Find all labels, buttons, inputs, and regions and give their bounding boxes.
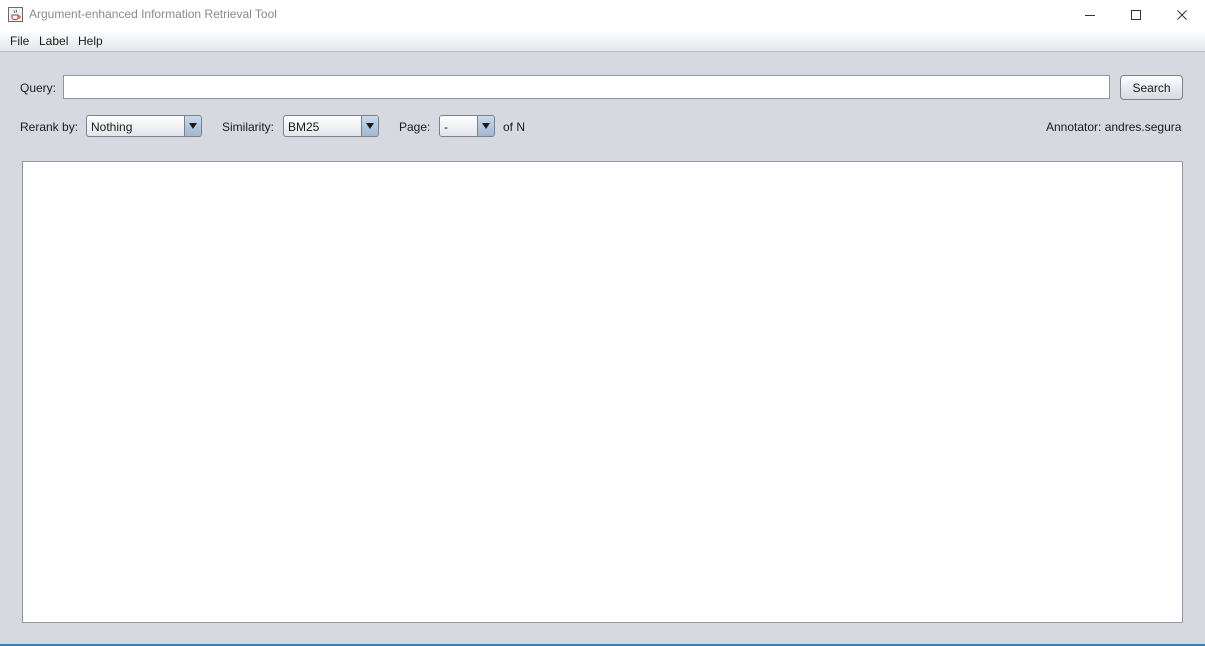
chevron-down-icon[interactable] (477, 116, 494, 136)
page-selected-value: - (444, 120, 448, 134)
window-title: Argument-enhanced Information Retrieval … (29, 7, 277, 21)
similarity-dropdown[interactable]: BM25 (283, 115, 379, 137)
page-count-label: of N (503, 120, 526, 134)
query-label: Query: (20, 81, 57, 95)
minimize-icon[interactable] (1067, 0, 1113, 30)
annotator-label: Annotator: andres.segura (1046, 120, 1182, 134)
results-panel[interactable] (22, 161, 1183, 623)
rerank-dropdown[interactable]: Nothing (86, 115, 202, 137)
menu-help[interactable]: Help (78, 34, 103, 48)
title-bar[interactable]: Argument-enhanced Information Retrieval … (0, 0, 1205, 30)
query-input[interactable] (63, 75, 1110, 99)
chevron-down-icon[interactable] (361, 116, 378, 136)
maximize-icon[interactable] (1113, 0, 1159, 30)
rerank-selected-value: Nothing (91, 120, 133, 134)
similarity-label: Similarity: (222, 120, 275, 134)
menu-bar: File Label Help (0, 30, 1205, 52)
rerank-label: Rerank by: (20, 120, 79, 134)
search-button[interactable]: Search (1120, 75, 1183, 100)
app-window: Argument-enhanced Information Retrieval … (0, 0, 1205, 646)
close-icon[interactable] (1159, 0, 1205, 30)
similarity-selected-value: BM25 (288, 120, 320, 134)
menu-file[interactable]: File (10, 34, 29, 48)
page-label: Page: (399, 120, 431, 134)
page-dropdown[interactable]: - (439, 115, 495, 137)
java-cup-icon (8, 7, 23, 22)
menu-label[interactable]: Label (39, 34, 68, 48)
chevron-down-icon[interactable] (184, 116, 201, 136)
